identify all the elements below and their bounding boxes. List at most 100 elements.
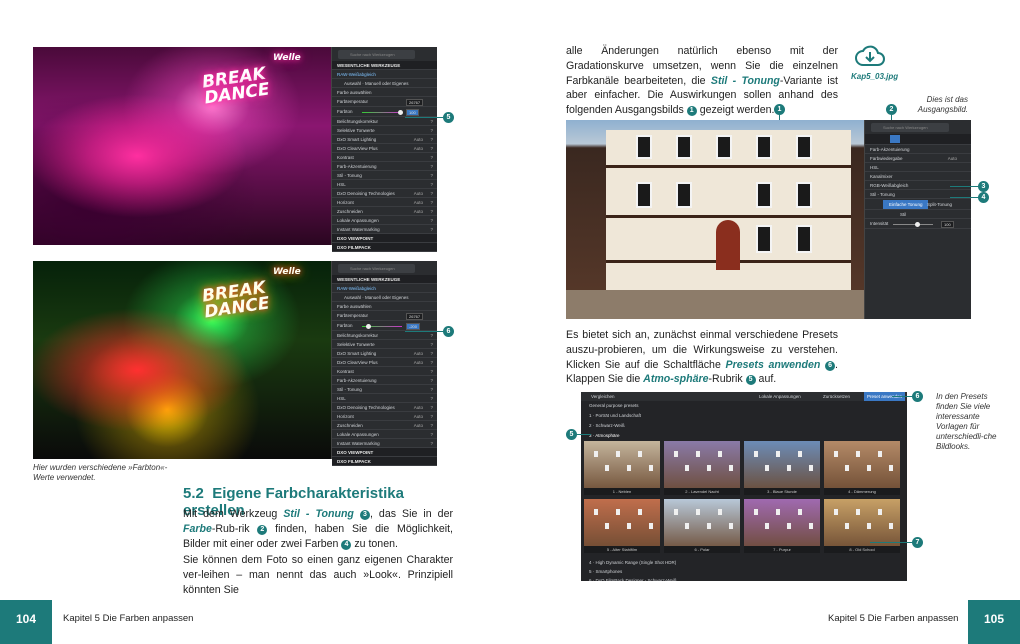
preset-category[interactable]: General purpose presets xyxy=(589,403,639,408)
info-icon[interactable]: ? xyxy=(430,126,433,134)
panel-sub-title[interactable]: RAW-Weißabgleich xyxy=(332,284,437,293)
preset-category[interactable]: 1 · Porträt und Landschaft xyxy=(589,413,641,418)
tool-row[interactable]: Kanalmixer xyxy=(865,172,971,181)
info-icon[interactable]: ? xyxy=(430,385,433,393)
tool-row[interactable]: Kontrast? xyxy=(332,367,437,376)
tab-split-toning[interactable]: Split-Tonung xyxy=(927,200,952,209)
temp-row[interactable]: Farbtemperatur 26767 xyxy=(332,97,437,107)
tool-row[interactable]: Farb-Akzentuierung? xyxy=(332,162,437,171)
tone-tabs[interactable]: Einfache Tonung Split-Tonung xyxy=(865,199,971,210)
tool-row[interactable]: Kontrast? xyxy=(332,153,437,162)
tool-row[interactable]: Horizont Auto? xyxy=(332,198,437,207)
info-icon[interactable]: ? xyxy=(430,349,433,357)
local-adjust-button[interactable]: Lokale Anpassungen xyxy=(759,392,801,401)
info-icon[interactable]: ? xyxy=(430,403,433,411)
tool-row[interactable]: DxO Denoising Technologies Auto? xyxy=(332,403,437,412)
tint-knob[interactable] xyxy=(366,324,371,329)
tool-row[interactable]: Belichtungskorrektur? xyxy=(332,117,437,126)
tint-row[interactable]: Farbton -200 xyxy=(332,321,437,331)
preset-category[interactable]: 6 · DxO FilmPack Designer - Schwarz-Weiß xyxy=(589,578,677,581)
tint-value[interactable]: 100 xyxy=(406,109,419,116)
info-icon[interactable]: ? xyxy=(430,216,433,224)
tint-knob[interactable] xyxy=(398,110,403,115)
tool-row[interactable]: Selektive Tonwerte? xyxy=(332,340,437,349)
intensity-knob[interactable] xyxy=(915,222,920,227)
tool-row[interactable]: HSL? xyxy=(332,394,437,403)
filmpack-header[interactable]: DXO FILMPACK xyxy=(332,243,437,252)
info-icon[interactable]: ? xyxy=(430,367,433,375)
reset-button[interactable]: Zurücksetzen xyxy=(823,392,850,401)
tool-row[interactable]: HSL xyxy=(865,163,971,172)
preset-thumbnail[interactable]: 5 - Alter Stahlfilm xyxy=(584,499,660,553)
tint-row[interactable]: Farbton 100 xyxy=(332,107,437,117)
info-icon[interactable]: ? xyxy=(430,376,433,384)
tool-row[interactable]: DxO Denoising Technologies Auto? xyxy=(332,189,437,198)
preset-category[interactable]: 5 · Smartphones xyxy=(589,569,622,574)
info-icon[interactable]: ? xyxy=(430,171,433,179)
info-icon[interactable]: ? xyxy=(430,439,433,447)
temp-value[interactable]: 26767 xyxy=(406,99,424,106)
tool-row[interactable]: Zuschneiden Auto? xyxy=(332,421,437,430)
info-icon[interactable]: ? xyxy=(430,180,433,188)
download-cloud-icon[interactable] xyxy=(855,45,885,67)
info-icon[interactable]: ? xyxy=(430,358,433,366)
panel-sub-title[interactable]: RAW-Weißabgleich xyxy=(332,70,437,79)
tool-row[interactable]: Stil - Tonung? xyxy=(332,385,437,394)
tool-row[interactable]: HSL? xyxy=(332,180,437,189)
tab-simple-toning[interactable]: Einfache Tonung xyxy=(883,200,929,209)
tool-row[interactable]: DxO Smart Lighting Auto? xyxy=(332,349,437,358)
compare-button[interactable]: Vergleichen xyxy=(591,392,615,401)
tint-slider[interactable] xyxy=(362,110,403,115)
tool-row[interactable]: Belichtungskorrektur? xyxy=(332,331,437,340)
viewpoint-header[interactable]: DXO VIEWPOINT xyxy=(332,234,437,243)
tool-row[interactable]: Farb-Akzentuierung? xyxy=(332,376,437,385)
info-icon[interactable]: ? xyxy=(430,421,433,429)
tool-row[interactable]: Instant Watermarking? xyxy=(332,225,437,234)
info-icon[interactable]: ? xyxy=(430,340,433,348)
intensity-slider[interactable] xyxy=(893,222,933,227)
tool-row[interactable]: DxO ClearView Plus Auto? xyxy=(332,358,437,367)
temp-value[interactable]: 26767 xyxy=(406,313,424,320)
info-icon[interactable]: ? xyxy=(430,394,433,402)
info-icon[interactable]: ? xyxy=(430,153,433,161)
info-icon[interactable]: ? xyxy=(430,162,433,170)
info-icon[interactable]: ? xyxy=(430,430,433,438)
preset-thumbnail[interactable]: 1 - Neblen xyxy=(584,441,660,495)
tool-row[interactable]: Zuschneiden Auto? xyxy=(332,207,437,216)
filmpack-header[interactable]: DXO FILMPACK xyxy=(332,457,437,466)
tool-row[interactable]: Selektive Tonwerte? xyxy=(332,126,437,135)
tab-strip[interactable] xyxy=(865,134,971,145)
wb-mode[interactable]: Auswahl · Manuell oder Eigenes xyxy=(332,79,437,88)
intensity-value[interactable]: 100 xyxy=(941,221,954,228)
info-icon[interactable]: ? xyxy=(430,412,433,420)
preset-category-atmosphere[interactable]: 3 · Atmosphäre xyxy=(589,433,620,438)
tab-icon-color[interactable] xyxy=(890,135,900,143)
tint-value[interactable]: -200 xyxy=(406,323,421,330)
tool-row[interactable]: DxO ClearView Plus Auto? xyxy=(332,144,437,153)
pick-color[interactable]: Farbe auswählen xyxy=(332,302,437,311)
wb-mode[interactable]: Auswahl · Manuell oder Eigenes xyxy=(332,293,437,302)
pick-color[interactable]: Farbe auswählen xyxy=(332,88,437,97)
info-icon[interactable]: ? xyxy=(430,207,433,215)
preset-category[interactable]: 4 · High Dynamic Range (Single Shot HDR) xyxy=(589,560,676,565)
info-icon[interactable]: ? xyxy=(430,331,433,339)
preset-category[interactable]: 2 · Schwarz-Weiß xyxy=(589,423,625,428)
preset-thumbnail[interactable]: 7 - Purpur xyxy=(744,499,820,553)
preset-thumbnail[interactable]: 8 - Old School xyxy=(824,499,900,553)
temp-row[interactable]: Farbtemperatur 26767 xyxy=(332,311,437,321)
viewpoint-header[interactable]: DXO VIEWPOINT xyxy=(332,448,437,457)
preset-thumbnail[interactable]: 4 - Dämmerung xyxy=(824,441,900,495)
tool-row[interactable]: Lokale Anpassungen? xyxy=(332,216,437,225)
tool-row[interactable]: Farb-Akzentuierung xyxy=(865,145,971,154)
intensity-row[interactable]: Intensität 100 xyxy=(865,219,971,229)
search-field[interactable]: Suche nach Werkzeugen xyxy=(338,50,415,59)
info-icon[interactable]: ? xyxy=(430,198,433,206)
style-row[interactable]: Stil xyxy=(865,210,971,219)
search-field[interactable]: Suche nach Werkzeugen xyxy=(338,264,415,273)
tool-row[interactable]: Stil - Tonung? xyxy=(332,171,437,180)
tool-row[interactable]: DxO Smart Lighting Auto? xyxy=(332,135,437,144)
info-icon[interactable]: ? xyxy=(430,225,433,233)
preset-thumbnail[interactable]: 3 - Blaue Stunde xyxy=(744,441,820,495)
tool-row[interactable]: Horizont Auto? xyxy=(332,412,437,421)
tool-row[interactable]: Lokale Anpassungen? xyxy=(332,430,437,439)
